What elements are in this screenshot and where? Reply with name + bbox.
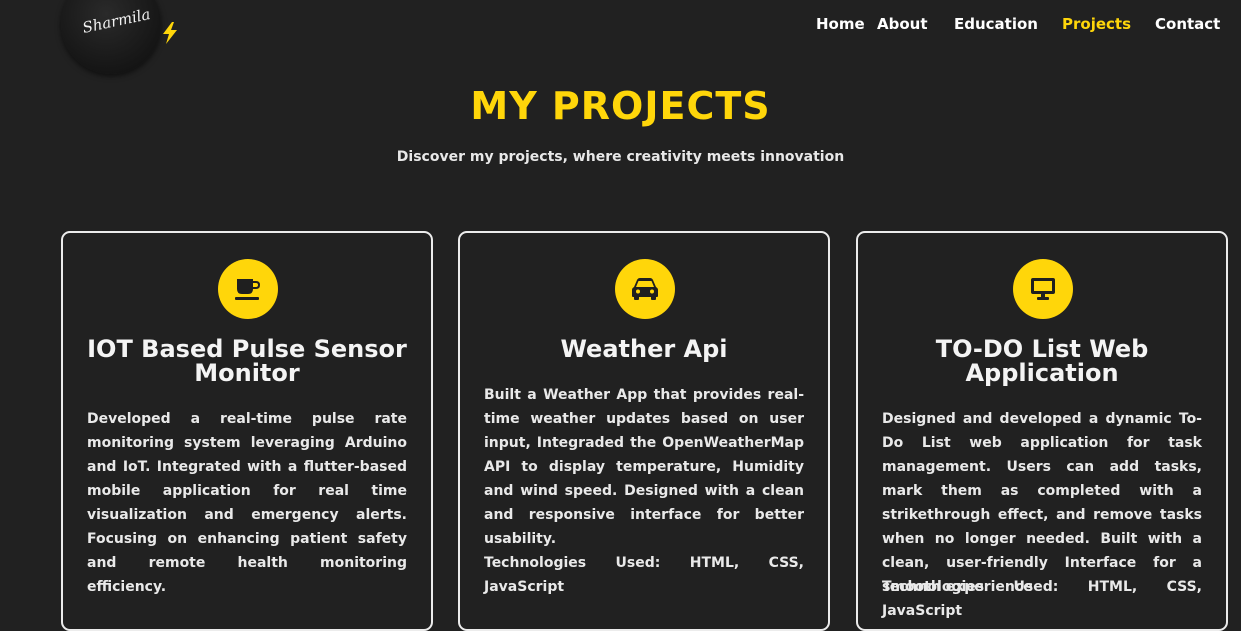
project-title: IOT Based Pulse Sensor Monitor	[87, 335, 407, 387]
page-subtitle: Discover my projects, where creativity m…	[0, 149, 1241, 165]
page-subtitle-text: Discover my projects, where creativity m…	[396, 149, 845, 165]
project-card-weather: Weather Api Built a Weather App that pro…	[458, 231, 830, 631]
desktop-icon	[1031, 278, 1055, 300]
coffee-cup-icon	[235, 279, 260, 300]
project-description: Built a Weather App that provides real-t…	[484, 387, 804, 547]
nav-projects-link[interactable]: Projects	[1062, 15, 1131, 33]
page-title: MY PROJECTS	[470, 84, 771, 128]
project-description: Developed a real-time pulse rate monitor…	[87, 411, 407, 595]
lightning-icon	[163, 22, 177, 44]
nav-about-link[interactable]: About	[877, 15, 928, 33]
project-icon-badge	[218, 259, 278, 319]
project-card-iot: IOT Based Pulse Sensor Monitor Developed…	[61, 231, 433, 631]
nav-contact-link[interactable]: Contact	[1155, 15, 1220, 33]
project-technologies: Technologies Used: HTML, CSS, JavaScript	[484, 555, 804, 595]
project-description: Designed and developed a dynamic To-Do L…	[882, 411, 1202, 595]
project-technologies: Technologies Used: HTML, CSS, JavaScript	[882, 579, 1202, 619]
project-card-todo: TO-DO List Web Application Designed and …	[856, 231, 1228, 631]
project-title: TO-DO List Web Application	[935, 335, 1149, 387]
project-icon-badge	[1013, 259, 1073, 319]
nav-education-link[interactable]: Education	[954, 15, 1038, 33]
project-title: Weather Api	[560, 335, 728, 363]
project-icon-badge	[615, 259, 675, 319]
nav-home-link[interactable]: Home	[816, 15, 865, 33]
car-icon	[632, 278, 658, 300]
